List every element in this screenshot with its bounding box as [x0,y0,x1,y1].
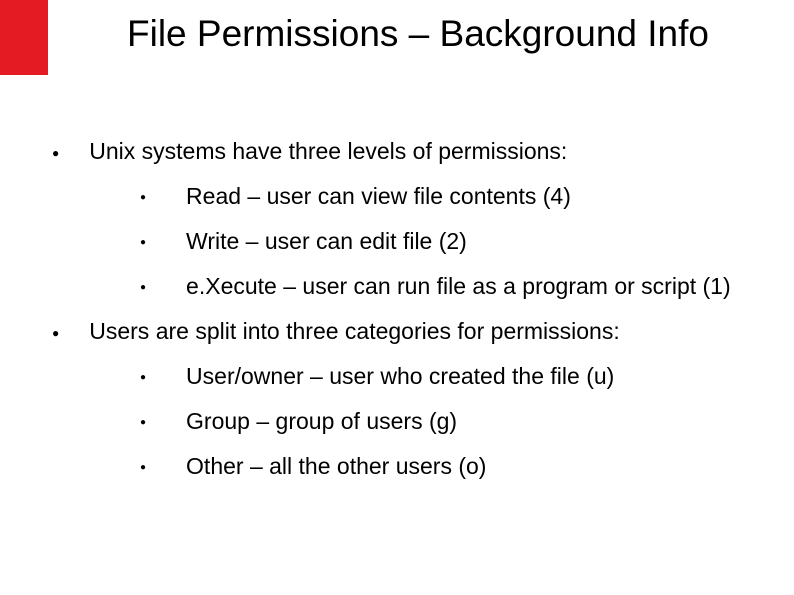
list-item-text: Write – user can edit file (2) [186,228,467,255]
list-item-text: Group – group of users (g) [186,408,457,435]
sub-list: ● User/owner – user who created the file… [140,363,752,480]
slide-content: ● Unix systems have three levels of perm… [52,138,752,498]
bullet-icon: ● [140,372,146,383]
slide-title: File Permissions – Background Info [48,10,788,58]
list-item: ● User/owner – user who created the file… [140,363,752,390]
list-item: ● e.Xecute – user can run file as a prog… [140,273,752,300]
accent-block [0,0,48,75]
bullet-icon: ● [52,326,59,340]
list-item-text: Read – user can view file contents (4) [186,183,571,210]
section-heading: Users are split into three categories fo… [89,318,620,345]
list-section: ● Users are split into three categories … [52,318,752,345]
list-item: ● Other – all the other users (o) [140,453,752,480]
bullet-icon: ● [140,192,146,203]
sub-list: ● Read – user can view file contents (4)… [140,183,752,300]
list-section: ● Unix systems have three levels of perm… [52,138,752,165]
list-item-text: User/owner – user who created the file (… [186,363,614,390]
list-item: ● Read – user can view file contents (4) [140,183,752,210]
bullet-icon: ● [140,282,146,293]
list-item-text: Other – all the other users (o) [186,453,486,480]
bullet-icon: ● [52,146,59,160]
list-item-text: e.Xecute – user can run file as a progra… [186,273,731,300]
bullet-icon: ● [140,417,146,428]
list-item: ● Group – group of users (g) [140,408,752,435]
section-heading: Unix systems have three levels of permis… [89,138,567,165]
bullet-icon: ● [140,237,146,248]
list-item: ● Write – user can edit file (2) [140,228,752,255]
bullet-icon: ● [140,462,146,473]
